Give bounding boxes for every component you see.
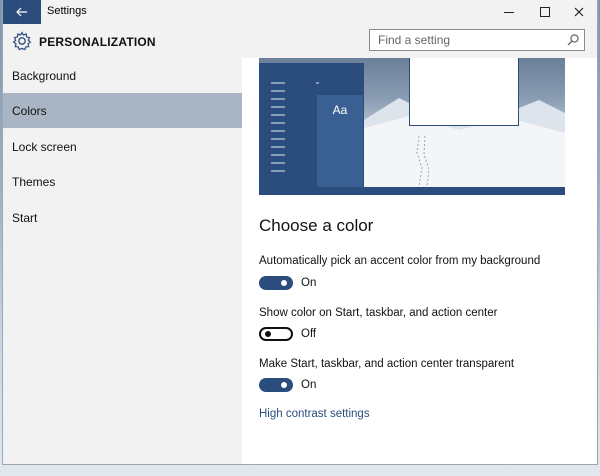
auto-accent-label: Automatically pick an accent color from … xyxy=(259,255,541,267)
show-color-toggle[interactable] xyxy=(259,327,293,341)
minimize-icon xyxy=(504,11,514,13)
sidebar-item-label: Colors xyxy=(12,103,47,118)
toggle-knob xyxy=(281,382,287,388)
sidebar-item-label: Start xyxy=(12,210,38,225)
back-arrow-icon xyxy=(16,7,27,17)
search-input[interactable] xyxy=(370,30,568,50)
preview-start-menu: Aa xyxy=(259,63,364,187)
section-title: Choose a color xyxy=(259,216,374,235)
sidebar-item-colors[interactable]: Colors xyxy=(3,93,242,128)
main-content: Aa Choose a color Automatically pick an … xyxy=(242,58,597,464)
sidebar-item-lock-screen[interactable]: Lock screen xyxy=(3,129,242,164)
sidebar-item-label: Lock screen xyxy=(12,139,77,154)
maximize-icon xyxy=(540,7,550,17)
maximize-button[interactable] xyxy=(527,0,563,24)
minimize-button[interactable] xyxy=(491,0,527,24)
auto-accent-state: On xyxy=(301,277,317,289)
window-title: Settings xyxy=(47,5,87,17)
high-contrast-link[interactable]: High contrast settings xyxy=(259,408,370,420)
transparency-label: Make Start, taskbar, and action center t… xyxy=(259,358,515,370)
transparency-state: On xyxy=(301,379,317,391)
show-color-label: Show color on Start, taskbar, and action… xyxy=(259,307,498,319)
close-icon xyxy=(574,7,584,17)
sidebar-item-background[interactable]: Background xyxy=(3,58,242,93)
search-icon[interactable] xyxy=(566,33,580,47)
toggle-knob xyxy=(265,331,271,337)
sidebar-item-label: Themes xyxy=(12,174,56,189)
settings-window: Settings PERSONALIZATION Background Col xyxy=(3,0,597,464)
page-header: PERSONALIZATION xyxy=(3,24,597,58)
show-color-state: Off xyxy=(301,328,317,340)
toggle-knob xyxy=(281,280,287,286)
sidebar: Background Colors Lock screen Themes Sta… xyxy=(3,58,242,464)
color-preview: Aa xyxy=(259,58,565,195)
preview-sample-text: Aa xyxy=(332,103,348,117)
back-button[interactable] xyxy=(3,0,41,24)
sidebar-item-themes[interactable]: Themes xyxy=(3,164,242,199)
search-box xyxy=(369,29,585,51)
preview-taskbar xyxy=(259,187,565,195)
close-button[interactable] xyxy=(561,0,597,24)
sidebar-item-label: Background xyxy=(12,68,77,83)
gear-icon xyxy=(12,31,32,51)
page-title: PERSONALIZATION xyxy=(39,35,156,49)
preview-window xyxy=(409,58,519,126)
title-bar: Settings xyxy=(3,0,597,24)
preview-start-list xyxy=(271,82,339,172)
transparency-toggle[interactable] xyxy=(259,378,293,392)
sidebar-item-start[interactable]: Start xyxy=(3,200,242,235)
auto-accent-toggle[interactable] xyxy=(259,276,293,290)
